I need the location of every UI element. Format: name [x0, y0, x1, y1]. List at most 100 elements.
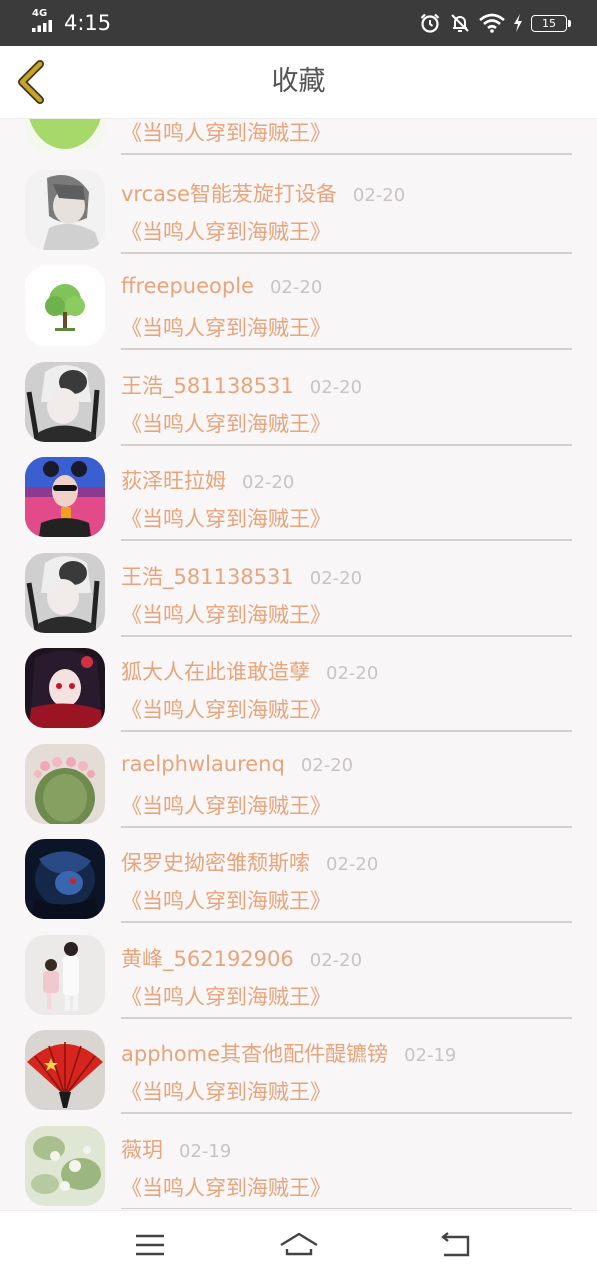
avatar[interactable]: [25, 935, 105, 1015]
novel-title: 《当鸣人穿到海贼王》: [121, 985, 331, 1009]
divider: [121, 539, 572, 541]
network-type: 4G: [32, 8, 48, 19]
novel-title: 《当鸣人穿到海贼王》: [121, 698, 331, 722]
divider: [121, 1208, 572, 1209]
anime-girl-image: [25, 648, 105, 728]
anime-boy-image: [25, 170, 105, 250]
avatar[interactable]: [25, 119, 105, 151]
tree-image: [25, 266, 105, 346]
signal-icon: [32, 20, 52, 32]
list-item[interactable]: raelphwlaurenq 02-20 《当鸣人穿到海贼王》: [0, 738, 597, 833]
list-item[interactable]: 保罗史拗密雏颓斯嗦 02-20 《当鸣人穿到海贼王》: [0, 833, 597, 928]
novel-title: 《当鸣人穿到海贼王》: [121, 412, 331, 436]
novel-title: 《当鸣人穿到海贼王》: [121, 220, 331, 244]
flowers-image: [25, 1126, 105, 1206]
charging-icon: [514, 14, 522, 32]
title-bar: 收藏: [0, 46, 597, 119]
avatar[interactable]: [25, 839, 105, 919]
girl-sunglasses-image: [25, 457, 105, 537]
date: 02-20: [309, 568, 363, 589]
novel-title: 《当鸣人穿到海贼王》: [121, 889, 331, 913]
avatar[interactable]: [25, 362, 105, 442]
favorites-list[interactable]: 《当鸣人穿到海贼王》 vrcase智能茇旋打设备 02-20 《当鸣人穿到海贼王》: [0, 119, 597, 1209]
list-item[interactable]: 王浩_581138531 02-20 《当鸣人穿到海贼王》: [0, 547, 597, 642]
divider: [121, 348, 572, 350]
wifi-icon: [479, 13, 505, 33]
username[interactable]: ffreepueople: [121, 274, 254, 298]
clock: 4:15: [64, 11, 112, 35]
date: 02-20: [309, 950, 363, 971]
avatar[interactable]: [25, 457, 105, 537]
avatar[interactable]: [25, 553, 105, 633]
username[interactable]: vrcase智能茇旋打设备: [121, 182, 337, 206]
username[interactable]: 保罗史拗密雏颓斯嗦: [121, 851, 310, 875]
green-fruit-image: [25, 119, 105, 151]
avatar[interactable]: [25, 648, 105, 728]
avatar[interactable]: [25, 266, 105, 346]
home-button[interactable]: [278, 1225, 318, 1265]
date: 02-20: [309, 377, 363, 398]
masked-anime-image: [25, 553, 105, 633]
list-item[interactable]: 薇玥 02-19 《当鸣人穿到海贼王》: [0, 1120, 597, 1209]
username[interactable]: apphome其杳他配件醍镳镑: [121, 1042, 388, 1066]
novel-title: 《当鸣人穿到海贼王》: [121, 603, 331, 627]
divider: [121, 730, 572, 732]
alarm-icon: [420, 13, 440, 33]
list-item[interactable]: 黄峰_562192906 02-20 《当鸣人穿到海贼王》: [0, 929, 597, 1024]
cactus-image: [25, 744, 105, 824]
date: 02-20: [326, 663, 379, 684]
red-fan-image: [25, 1030, 105, 1110]
novel-title: 《当鸣人穿到海贼王》: [121, 1080, 331, 1104]
status-bar: 4G 4:15 15: [0, 0, 597, 46]
masked-anime-image: [25, 362, 105, 442]
menu-icon: [136, 1234, 164, 1256]
avatar[interactable]: [25, 170, 105, 250]
back-icon: [441, 1232, 470, 1257]
battery-icon: 15: [531, 14, 571, 32]
list-item[interactable]: apphome其杳他配件醍镳镑 02-19 《当鸣人穿到海贼王》: [0, 1024, 597, 1119]
username[interactable]: 王浩_581138531: [121, 565, 294, 589]
page-title: 收藏: [271, 66, 326, 97]
username[interactable]: 黄峰_562192906: [121, 947, 294, 971]
divider: [121, 921, 572, 923]
list-item[interactable]: 王浩_581138531 02-20 《当鸣人穿到海贼王》: [0, 356, 597, 451]
username[interactable]: 荻泽旺拉姆: [121, 469, 226, 493]
divider: [121, 444, 572, 446]
family-photo-image: [25, 935, 105, 1015]
avatar[interactable]: [25, 1030, 105, 1110]
mute-bell-icon: [451, 14, 469, 32]
chevron-left-icon: [18, 60, 44, 104]
date: 02-20: [242, 472, 295, 493]
username[interactable]: 薇玥: [121, 1138, 163, 1162]
divider: [121, 1112, 572, 1114]
back-button[interactable]: [14, 60, 54, 104]
avatar[interactable]: [25, 744, 105, 824]
novel-title: 《当鸣人穿到海贼王》: [121, 121, 331, 145]
divider: [121, 153, 572, 155]
novel-title: 《当鸣人穿到海贼王》: [121, 316, 331, 340]
system-back-button[interactable]: [436, 1225, 476, 1265]
list-item[interactable]: 狐大人在此谁敢造孽 02-20 《当鸣人穿到海贼王》: [0, 642, 597, 737]
username[interactable]: 狐大人在此谁敢造孽: [121, 660, 310, 684]
list-item[interactable]: vrcase智能茇旋打设备 02-20 《当鸣人穿到海贼王》: [0, 164, 597, 259]
date: 02-19: [179, 1141, 232, 1162]
username[interactable]: 王浩_581138531: [121, 374, 294, 398]
home-icon: [280, 1232, 318, 1256]
list-item[interactable]: ffreepueople 02-20 《当鸣人穿到海贼王》: [0, 260, 597, 355]
avatar[interactable]: [25, 1126, 105, 1206]
divider: [121, 252, 572, 254]
date: 02-20: [300, 755, 354, 776]
date: 02-19: [404, 1045, 457, 1066]
date: 02-20: [326, 854, 379, 875]
navigation-bar: [0, 1210, 597, 1281]
novel-title: 《当鸣人穿到海贼王》: [121, 794, 331, 818]
battery-level: 15: [542, 16, 556, 30]
divider: [121, 635, 572, 637]
date: 02-20: [352, 185, 406, 206]
divider: [121, 826, 572, 828]
username[interactable]: raelphwlaurenq: [121, 752, 285, 776]
list-item[interactable]: 荻泽旺拉姆 02-20 《当鸣人穿到海贼王》: [0, 451, 597, 546]
dark-creature-image: [25, 839, 105, 919]
list-item[interactable]: 《当鸣人穿到海贼王》: [0, 119, 597, 160]
menu-button[interactable]: [130, 1225, 170, 1265]
